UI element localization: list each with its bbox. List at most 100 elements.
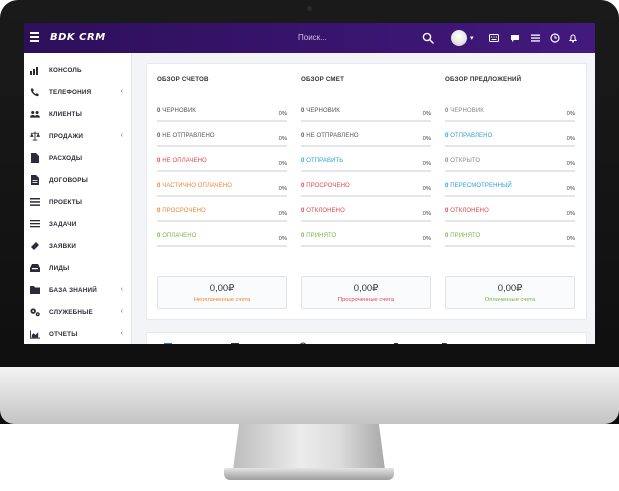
status-row[interactable]: 0 ПЕРЕСМОТРЕННЫЙ 0% bbox=[445, 183, 575, 201]
sidebar-item-label: ЗАДАЧИ bbox=[49, 220, 77, 228]
sidebar-item-contracts[interactable]: ДОГОВОРЫ bbox=[24, 170, 132, 190]
status-count: 0 bbox=[445, 208, 449, 214]
status-row[interactable]: 0 ОТПРАВЛЕНО 0% bbox=[445, 133, 575, 151]
sidebar-item-knowledge-base[interactable]: БАЗА ЗНАНИЙ ‹ bbox=[24, 280, 132, 300]
progress-bar bbox=[301, 120, 431, 122]
document-icon bbox=[30, 153, 40, 163]
progress-bar bbox=[445, 120, 575, 122]
sidebar-item-clients[interactable]: КЛИЕНТЫ bbox=[24, 104, 132, 124]
status-row[interactable]: 0 ЧЕРНОВИК 0% bbox=[301, 108, 431, 126]
progress-bar bbox=[301, 170, 431, 172]
status-label: 0 ПРОСРОЧЕНО bbox=[157, 208, 206, 214]
status-row[interactable]: 0 ОТКРЫТО 0% bbox=[445, 158, 575, 176]
status-label: 0 ОТКЛОНЕНО bbox=[445, 208, 489, 214]
status-name: ОТПРАВЛЕНО bbox=[450, 133, 493, 139]
overview-panel: ОБЗОР СЧЕТОВ 0 ЧЕРНОВИК 0% 0 НЕ ОТПРАВЛЕ… bbox=[146, 63, 587, 320]
search-input[interactable]: Поиск... bbox=[298, 33, 327, 42]
status-row[interactable]: 0 НЕ ОТПРАВЛЕНО 0% bbox=[157, 133, 287, 151]
sidebar-item-telephony[interactable]: ТЕЛЕФОНИЯ ‹ bbox=[24, 82, 132, 102]
sidebar-item-console[interactable]: КОНСОЛЬ bbox=[24, 60, 132, 80]
sidebar-item-leads[interactable]: ЛИДЫ bbox=[24, 258, 132, 278]
status-percent: 0% bbox=[566, 186, 575, 192]
status-name: ПРИНЯТО bbox=[450, 233, 481, 239]
sidebar-item-tasks[interactable]: ЗАДАЧИ bbox=[24, 214, 132, 234]
crm-screen: BDK CRM Поиск... ▾ КОНСОЛЬ ТЕЛЕФОНИЯ ‹ К… bbox=[24, 23, 595, 344]
list-icon[interactable] bbox=[529, 32, 541, 44]
sidebar-item-projects[interactable]: ПРОЕКТЫ bbox=[24, 192, 132, 212]
sidebar-item-utilities[interactable]: СЛУЖЕБНЫЕ ‹ bbox=[24, 302, 132, 322]
bookmark-icon[interactable] bbox=[392, 342, 400, 344]
status-row[interactable]: 0 ПРОСРОЧЕНО 0% bbox=[301, 183, 431, 201]
chevron-left-icon: ‹ bbox=[120, 330, 123, 337]
gears-icon bbox=[30, 307, 40, 317]
paid-invoices-card[interactable]: 0,00₽ Оплаченные счета bbox=[445, 276, 575, 309]
status-row[interactable]: 0 ПРИНЯТО 0% bbox=[301, 233, 431, 251]
status-count: 0 bbox=[445, 233, 449, 239]
status-percent: 0% bbox=[278, 136, 287, 142]
app-logo[interactable]: BDK CRM bbox=[50, 32, 106, 43]
status-row[interactable]: 0 ОТКЛОНЕНО 0% bbox=[301, 208, 431, 226]
status-name: НЕ ОПЛАЧЕНО bbox=[162, 158, 207, 164]
summary-amount: 0,00₽ bbox=[497, 283, 523, 294]
calendar-icon[interactable] bbox=[164, 342, 172, 344]
status-label: 0 ЧЕРНОВИК bbox=[301, 108, 340, 114]
sidebar-item-label: РАСХОДЫ bbox=[49, 154, 83, 162]
status-row[interactable]: 0 ОТКЛОНЕНО 0% bbox=[445, 208, 575, 226]
status-label: 0 ОТПРАВИТЬ bbox=[301, 158, 343, 164]
unpaid-invoices-card[interactable]: 0,00₽ Неоплаченные счета bbox=[157, 276, 287, 309]
sidebar-item-label: СЛУЖЕБНЫЕ bbox=[49, 308, 93, 316]
status-percent: 0% bbox=[566, 111, 575, 117]
status-label: 0 ПЕРЕСМОТРЕННЫЙ bbox=[445, 183, 512, 189]
contract-icon bbox=[30, 175, 40, 185]
status-label: 0 ОПЛАЧЕНО bbox=[157, 233, 196, 239]
chevron-down-icon[interactable]: ▾ bbox=[470, 34, 474, 42]
clock-icon[interactable] bbox=[549, 32, 561, 44]
sidebar-item-tickets[interactable]: ЗАЯВКИ bbox=[24, 236, 132, 256]
bell-icon[interactable] bbox=[567, 32, 579, 44]
status-label: 0 НЕ ОПЛАЧЕНО bbox=[157, 158, 207, 164]
sidebar-item-expenses[interactable]: РАСХОДЫ bbox=[24, 148, 132, 168]
menu-toggle-icon[interactable] bbox=[30, 32, 39, 43]
status-name: ПРОСРОЧЕНО bbox=[162, 208, 206, 214]
progress-bar bbox=[157, 245, 287, 247]
status-count: 0 bbox=[157, 133, 161, 139]
status-count: 0 bbox=[301, 158, 305, 164]
status-count: 0 bbox=[301, 233, 305, 239]
status-row[interactable]: 0 НЕ ОТПРАВЛЕНО 0% bbox=[301, 133, 431, 151]
status-name: ОТПРАВИТЬ bbox=[306, 158, 344, 164]
status-row[interactable]: 0 ЧАСТИЧНО ОПЛАЧЕНО 0% bbox=[157, 183, 287, 201]
status-row[interactable]: 0 ОПЛАЧЕНО 0% bbox=[157, 233, 287, 251]
status-percent: 0% bbox=[278, 236, 287, 242]
sidebar-item-reports[interactable]: ОТЧЕТЫ ‹ bbox=[24, 324, 132, 344]
status-row[interactable]: 0 ЧЕРНОВИК 0% bbox=[157, 108, 287, 126]
status-name: ЧЕРНОВИК bbox=[306, 108, 340, 114]
status-percent: 0% bbox=[422, 186, 431, 192]
flag-icon[interactable] bbox=[441, 342, 449, 344]
status-row[interactable]: 0 ПРОСРОЧЕНО 0% bbox=[157, 208, 287, 226]
status-label: 0 ОТКЛОНЕНО bbox=[301, 208, 345, 214]
progress-bar bbox=[445, 245, 575, 247]
status-name: ОТКЛОНЕНО bbox=[450, 208, 489, 214]
chat-icon[interactable] bbox=[509, 32, 521, 44]
status-name: ПЕРЕСМОТРЕННЫЙ bbox=[450, 183, 512, 189]
progress-bar bbox=[445, 195, 575, 197]
status-row[interactable]: 0 НЕ ОПЛАЧЕНО 0% bbox=[157, 158, 287, 176]
status-label: 0 ЧЕРНОВИК bbox=[445, 108, 484, 114]
column-title: ОБЗОР СМЕТ bbox=[301, 76, 345, 83]
users-icon bbox=[30, 109, 40, 119]
search-icon[interactable] bbox=[299, 342, 307, 344]
sidebar-item-label: КЛИЕНТЫ bbox=[49, 110, 82, 118]
status-label: 0 ЧАСТИЧНО ОПЛАЧЕНО bbox=[157, 183, 232, 189]
list-icon[interactable] bbox=[231, 342, 239, 344]
status-row[interactable]: 0 ПРИНЯТО 0% bbox=[445, 233, 575, 251]
keyboard-icon[interactable] bbox=[488, 32, 500, 44]
sidebar-item-sales[interactable]: ПРОДАЖИ ‹ bbox=[24, 126, 132, 146]
progress-bar bbox=[301, 220, 431, 222]
status-row[interactable]: 0 ЧЕРНОВИК 0% bbox=[445, 108, 575, 126]
status-row[interactable]: 0 ОТПРАВИТЬ 0% bbox=[301, 158, 431, 176]
status-percent: 0% bbox=[422, 136, 431, 142]
user-avatar[interactable] bbox=[451, 30, 467, 46]
overdue-invoices-card[interactable]: 0,00₽ Просроченные счета bbox=[301, 276, 431, 309]
status-count: 0 bbox=[157, 233, 161, 239]
search-icon[interactable] bbox=[422, 32, 434, 44]
